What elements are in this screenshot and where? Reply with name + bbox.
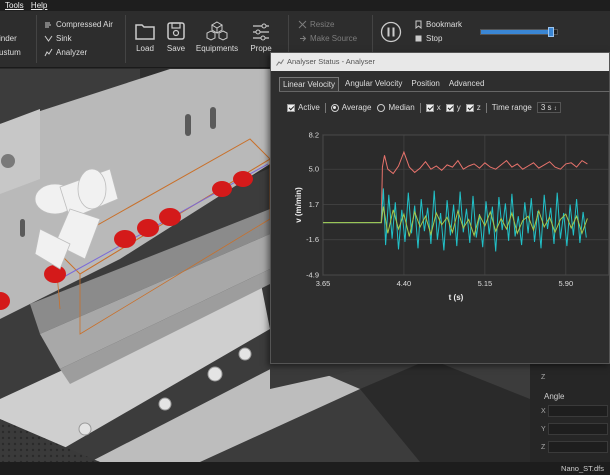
bookmark-icon bbox=[415, 20, 422, 29]
load-label: Load bbox=[136, 44, 154, 53]
speed-slider-thumb[interactable] bbox=[547, 27, 554, 37]
resize-icon bbox=[298, 20, 307, 29]
stop-icon bbox=[415, 35, 422, 42]
time-range-value: 3 s bbox=[540, 103, 552, 112]
equipments-label: Equipments bbox=[195, 44, 239, 53]
save-label: Save bbox=[166, 44, 186, 53]
x-checkbox[interactable] bbox=[425, 103, 434, 112]
active-label: Active bbox=[298, 103, 320, 112]
z-label: z bbox=[476, 103, 481, 112]
tab-underline bbox=[279, 91, 610, 92]
analyzer-label: Analyzer bbox=[56, 48, 88, 57]
resize-button[interactable]: Resize bbox=[298, 20, 334, 29]
options-separator bbox=[324, 102, 326, 113]
average-label: Average bbox=[341, 103, 372, 112]
ribbon-frustum-label: ustum bbox=[0, 48, 21, 57]
tab-position[interactable]: Position bbox=[408, 77, 442, 91]
menu-bar: Tools Help bbox=[0, 0, 610, 11]
time-range-spinbox[interactable]: 3 s ↕ bbox=[536, 102, 561, 113]
y-checkbox[interactable] bbox=[445, 103, 454, 112]
compressed-air-button[interactable]: Compressed Air bbox=[44, 20, 113, 29]
tab-linear-velocity[interactable]: Linear Velocity bbox=[279, 77, 340, 91]
z-checkbox[interactable] bbox=[465, 103, 474, 112]
ribbon-separator bbox=[36, 15, 37, 63]
angle-x-label: X bbox=[541, 408, 546, 415]
resize-label: Resize bbox=[310, 20, 335, 29]
y-label: y bbox=[456, 103, 461, 112]
options-separator bbox=[419, 102, 421, 113]
x-label: x bbox=[436, 103, 441, 112]
analyser-title-bar[interactable]: Analyser Status - Analyser bbox=[271, 53, 609, 71]
ribbon-separator bbox=[125, 15, 126, 63]
analyser-options: Active Average Median x y z Time range 3… bbox=[287, 102, 561, 113]
menu-help[interactable]: Help bbox=[31, 0, 47, 11]
ribbon-frustum-button[interactable]: ustum bbox=[0, 48, 21, 57]
save-icon bbox=[167, 22, 185, 40]
y-tick-label: 8.2 bbox=[309, 131, 319, 140]
properties-label: Prope bbox=[250, 44, 272, 53]
properties-button[interactable]: Prope bbox=[248, 21, 274, 53]
status-bar: Nano_ST.dfs bbox=[0, 462, 610, 475]
app-window: Tools Help inder ustum Compressed Air Si… bbox=[0, 0, 610, 475]
spin-arrows-icon: ↕ bbox=[553, 106, 557, 112]
x-tick-label: 3.65 bbox=[316, 279, 331, 288]
bookmark-button[interactable]: Bookmark bbox=[414, 20, 462, 29]
median-label: Median bbox=[388, 103, 415, 112]
x-tick-label: 5.15 bbox=[478, 279, 493, 288]
sink-icon bbox=[44, 35, 53, 42]
cubes-icon bbox=[206, 21, 228, 41]
analyzer-icon bbox=[44, 48, 53, 57]
angle-x-field[interactable] bbox=[548, 405, 608, 417]
source-icon bbox=[300, 35, 307, 42]
stop-label: Stop bbox=[426, 34, 443, 43]
sliders-icon bbox=[253, 23, 269, 41]
angle-z-label: Z bbox=[541, 444, 546, 451]
equipments-button[interactable]: Equipments bbox=[194, 21, 240, 53]
sink-label: Sink bbox=[56, 34, 72, 43]
status-file-name: Nano_ST.dfs bbox=[561, 464, 604, 473]
air-icon bbox=[45, 22, 51, 28]
ribbon-cylinder-label: inder bbox=[0, 34, 17, 43]
tab-angular-velocity[interactable]: Angular Velocity bbox=[342, 77, 405, 91]
pause-icon bbox=[380, 21, 402, 43]
bookmark-label: Bookmark bbox=[426, 20, 463, 29]
ribbon-cylinder-button[interactable]: inder bbox=[0, 34, 17, 43]
time-range-label: Time range bbox=[491, 103, 532, 112]
make-source-button[interactable]: Make Source bbox=[298, 34, 357, 43]
analyzer-button[interactable]: Analyzer bbox=[44, 48, 87, 57]
speed-slider[interactable] bbox=[480, 27, 558, 37]
analyser-window[interactable]: Analyser Status - Analyser Linear Veloci… bbox=[270, 52, 610, 364]
x-tick-label: 4.40 bbox=[397, 279, 412, 288]
tab-advanced[interactable]: Advanced bbox=[446, 77, 488, 91]
menu-tools[interactable]: Tools bbox=[5, 0, 24, 11]
save-button[interactable]: Save bbox=[163, 21, 189, 53]
load-button[interactable]: Load bbox=[132, 21, 158, 53]
y-axis-label: v (m/min) bbox=[294, 187, 303, 223]
analyser-tabs: Linear Velocity Angular Velocity Positio… bbox=[279, 77, 490, 91]
x-tick-label: 5.90 bbox=[559, 279, 574, 288]
velocity-chart[interactable]: 8.25.01.7-1.6-4.93.65 4.40 5.15 5.90t (s)v … bbox=[271, 125, 609, 305]
angle-z-field[interactable] bbox=[548, 441, 608, 453]
y-tick-label: -1.6 bbox=[306, 235, 319, 244]
compressed-air-label: Compressed Air bbox=[56, 20, 113, 29]
prop-z-top-label: Z bbox=[541, 374, 546, 381]
stop-button[interactable]: Stop bbox=[414, 34, 442, 43]
average-radio[interactable] bbox=[330, 103, 339, 112]
pause-button[interactable] bbox=[380, 21, 402, 45]
x-axis-label: t (s) bbox=[449, 293, 464, 302]
chart-icon bbox=[276, 59, 284, 66]
angle-y-field[interactable] bbox=[548, 423, 608, 435]
active-checkbox[interactable] bbox=[287, 103, 295, 112]
y-tick-label: 1.7 bbox=[309, 200, 319, 209]
options-separator bbox=[485, 102, 487, 113]
angle-y-label: Y bbox=[541, 426, 546, 433]
folder-icon bbox=[135, 24, 155, 40]
angle-header: Angle bbox=[544, 392, 565, 401]
make-source-label: Make Source bbox=[310, 34, 358, 43]
median-radio[interactable] bbox=[377, 103, 386, 112]
speed-slider-fill bbox=[481, 30, 551, 34]
analyser-title: Analyser Status - Analyser bbox=[287, 57, 375, 66]
sink-button[interactable]: Sink bbox=[44, 34, 72, 43]
y-tick-label: 5.0 bbox=[309, 165, 319, 174]
